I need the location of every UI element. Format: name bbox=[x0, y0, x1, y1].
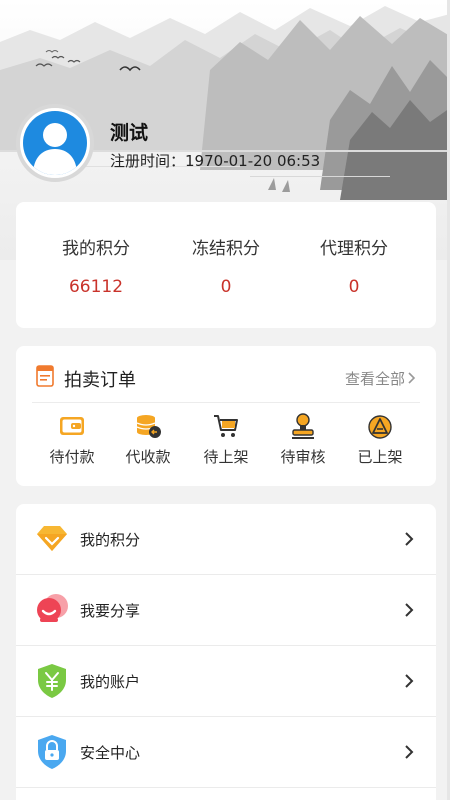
order-collecting[interactable]: 代收款 bbox=[110, 412, 186, 478]
menu-label: 我的账户 bbox=[80, 673, 141, 691]
registration-time: 1970-01-20 06:53 bbox=[185, 152, 321, 170]
menu-item-share[interactable]: 我要分享 bbox=[16, 575, 436, 645]
avatar-user-icon bbox=[23, 111, 87, 175]
stat-label: 代理积分 bbox=[320, 239, 388, 259]
order-list-icon bbox=[36, 365, 54, 391]
profile-section: 测试 注册时间：1970-01-20 06:53 bbox=[16, 104, 436, 184]
chevron-right-icon bbox=[408, 370, 416, 388]
coin-stack-icon bbox=[110, 412, 186, 440]
view-all-label: 查看全部 bbox=[344, 370, 405, 388]
chevron-right-icon bbox=[404, 602, 414, 622]
stat-value: 0 bbox=[220, 277, 232, 297]
stat-label: 冻结积分 bbox=[192, 239, 260, 259]
order-label: 待付款 bbox=[49, 448, 95, 466]
menu-item-my-points[interactable]: 我的积分 bbox=[16, 504, 436, 574]
account-shield-icon bbox=[34, 662, 70, 700]
order-label: 代收款 bbox=[125, 448, 171, 466]
menu-list: 我的积分 我要分享 我的账户 安全中心 bbox=[16, 504, 436, 800]
avatar[interactable] bbox=[16, 104, 94, 182]
menu-item-security[interactable]: 安全中心 bbox=[16, 717, 436, 787]
menu-label: 我要分享 bbox=[80, 602, 141, 620]
shelf-up-icon bbox=[342, 412, 418, 440]
menu-label: 安全中心 bbox=[80, 744, 141, 762]
menu-label: 我的积分 bbox=[80, 531, 141, 549]
chevron-right-icon bbox=[404, 673, 414, 693]
chevron-right-icon bbox=[404, 744, 414, 764]
order-label: 待审核 bbox=[280, 448, 326, 466]
order-under-review[interactable]: 待审核 bbox=[265, 412, 341, 478]
stat-label: 我的积分 bbox=[62, 239, 130, 259]
points-summary-card: 我的积分 66112 冻结积分 0 代理积分 0 bbox=[16, 202, 436, 328]
registration-info: 注册时间：1970-01-20 06:53 bbox=[110, 150, 320, 171]
auction-orders-card: 拍卖订单 查看全部 待付款 代收款 待上架 待审核 已上架 bbox=[16, 346, 436, 486]
menu-item-account[interactable]: 我的账户 bbox=[16, 646, 436, 716]
order-listed[interactable]: 已上架 bbox=[342, 412, 418, 478]
security-lock-icon bbox=[34, 733, 70, 771]
orders-header: 拍卖订单 查看全部 bbox=[16, 346, 436, 402]
wallet-icon bbox=[34, 412, 110, 440]
view-all-orders-link[interactable]: 查看全部 bbox=[345, 368, 416, 389]
chevron-right-icon bbox=[404, 531, 414, 551]
stat-value: 0 bbox=[348, 277, 360, 297]
registration-label: 注册时间： bbox=[110, 152, 186, 170]
orders-title: 拍卖订单 bbox=[64, 370, 136, 391]
divider bbox=[32, 402, 420, 403]
order-pending-payment[interactable]: 待付款 bbox=[34, 412, 110, 478]
username: 测试 bbox=[110, 122, 149, 144]
stat-value: 66112 bbox=[68, 277, 124, 297]
divider bbox=[16, 787, 436, 788]
diamond-icon bbox=[34, 520, 70, 558]
order-to-list[interactable]: 待上架 bbox=[188, 412, 264, 478]
order-label: 已上架 bbox=[357, 448, 403, 466]
order-label: 待上架 bbox=[203, 448, 249, 466]
share-icon bbox=[34, 591, 70, 629]
stamp-icon bbox=[265, 412, 341, 440]
cart-icon bbox=[188, 412, 264, 440]
